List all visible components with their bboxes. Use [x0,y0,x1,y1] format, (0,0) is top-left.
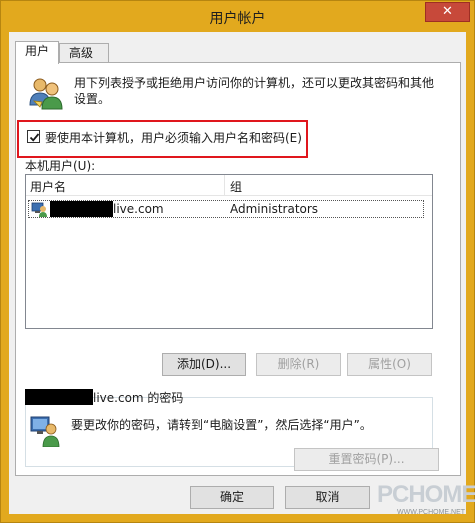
users-tab-panel: 用下列表授予或拒绝用户访问你的计算机，还可以更改其密码和其他设置。 要使用本计算… [15,62,461,476]
close-button[interactable]: ✕ [425,2,470,22]
description-text: 用下列表授予或拒绝用户访问你的计算机，还可以更改其密码和其他设置。 [74,76,435,106]
watermark-url-text: WWW.PCHOME.NET [397,509,466,516]
users-group-icon [29,78,63,110]
user-group-cell: Administrators [230,202,319,216]
dialog-client: 用户 高级 用下列表授予或拒绝用户访问你的计算机，还可以更改其密码和其他设置。 … [9,32,466,514]
ok-button[interactable]: 确定 [190,486,274,509]
user-account-icon [31,202,47,217]
password-group-legend: live.com 的密码 [25,389,183,405]
local-users-label: 本机用户(U): [25,159,96,173]
table-row[interactable]: live.com Administrators [28,200,424,218]
redacted-account-name [25,389,93,405]
properties-button[interactable]: 属性(O) [347,353,432,376]
add-user-button[interactable]: 添加(D)... [162,353,246,376]
tab-advanced[interactable]: 高级 [59,43,109,63]
column-separator[interactable] [224,175,225,196]
tab-users[interactable]: 用户 [15,41,59,64]
require-login-label[interactable]: 要使用本计算机，用户必须输入用户名和密码(E) [45,129,302,146]
watermark-logo-text: PCHOME [377,481,475,508]
user-accounts-window: 用户帐户 ✕ 用户 高级 用下列表授予或拒绝用户访问你的计算机，还可以更改其密码… [0,0,475,523]
remove-user-button[interactable]: 删除(R) [256,353,341,376]
reset-password-button[interactable]: 重置密码(P)... [294,448,439,471]
column-header-group[interactable]: 组 [230,178,242,195]
title-bar[interactable]: 用户帐户 ✕ [1,1,474,32]
user-name-cell: live.com [113,202,164,216]
column-header-username[interactable]: 用户名 [30,178,66,195]
list-header: 用户名 组 [26,175,432,196]
user-computer-icon [30,416,60,447]
close-icon: ✕ [442,4,453,19]
require-login-checkbox[interactable] [27,130,40,143]
local-users-list[interactable]: 用户名 组 live.com Administrators [25,174,433,329]
pchome-watermark: PCHOME WWW.PCHOME.NET [377,481,475,519]
password-instructions: 要更改你的密码，请转到“电脑设置”，然后选择“用户”。 [71,418,372,432]
window-title: 用户帐户 [209,11,266,27]
checkmark-icon [29,133,40,142]
password-group-title: live.com 的密码 [93,391,184,405]
cancel-button[interactable]: 取消 [285,486,370,509]
redacted-username [50,201,113,217]
